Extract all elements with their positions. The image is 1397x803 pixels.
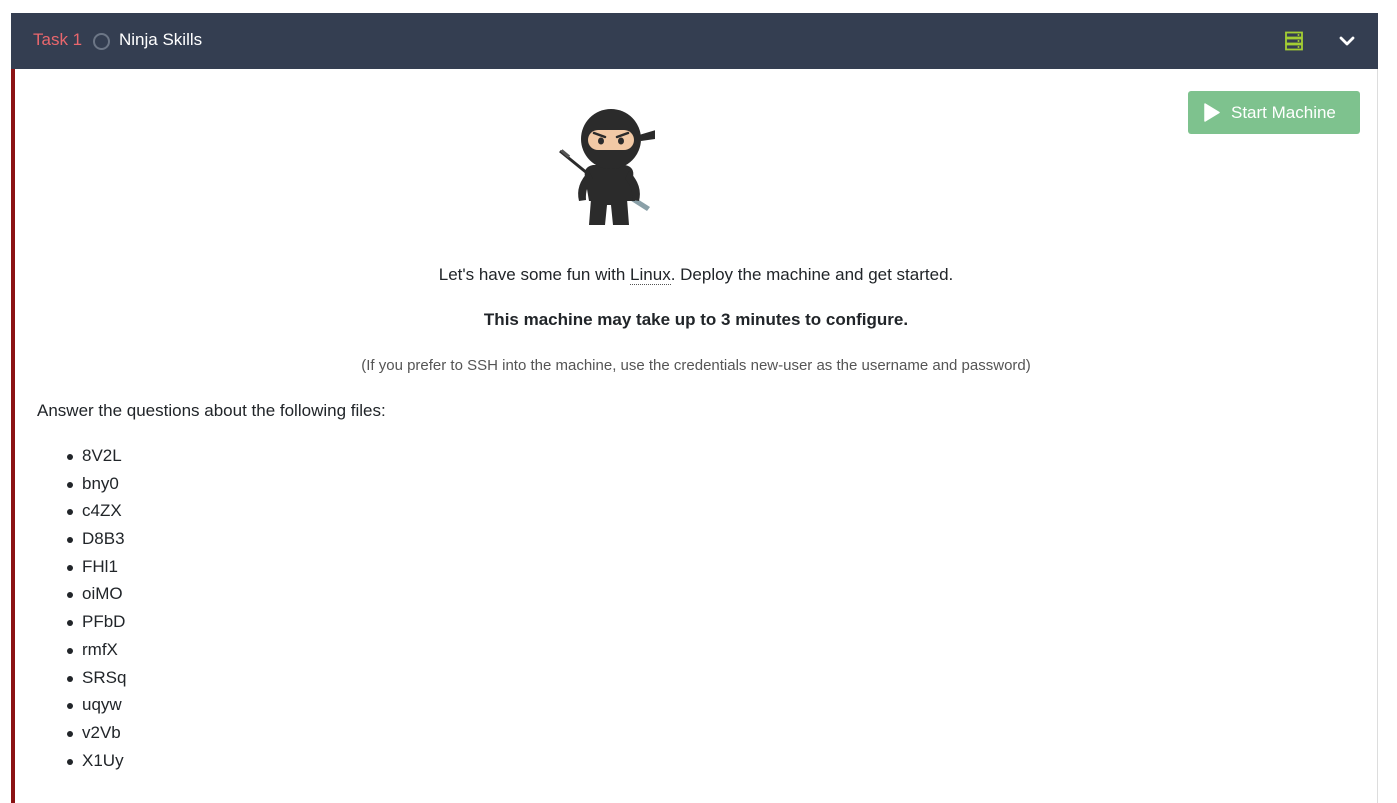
intro-paragraph: Let's have some fun with Linux. Deploy t…: [15, 265, 1377, 285]
start-machine-button[interactable]: Start Machine: [1188, 91, 1360, 134]
file-item: bny0: [66, 474, 126, 502]
linux-term[interactable]: Linux: [630, 265, 671, 285]
file-item: D8B3: [66, 529, 126, 557]
file-item: uqyw: [66, 695, 126, 723]
task-header[interactable]: Task 1 Ninja Skills: [11, 13, 1378, 69]
answer-prompt: Answer the questions about the following…: [37, 401, 386, 420]
task-card: Task 1 Ninja Skills Start Machine Let's …: [11, 13, 1378, 803]
file-item: c4ZX: [66, 501, 126, 529]
file-item: SRSq: [66, 668, 126, 696]
file-item: PFbD: [66, 612, 126, 640]
intro-text-before: Let's have some fun with: [438, 265, 631, 284]
circle-outline-icon: [93, 33, 110, 50]
play-icon: [1204, 103, 1220, 122]
task-title: Ninja Skills: [119, 30, 203, 49]
file-item: v2Vb: [66, 723, 126, 751]
task-number: Task 1: [33, 30, 83, 49]
file-item: rmfX: [66, 640, 126, 668]
intro-text-after: . Deploy the machine and get started.: [670, 265, 954, 284]
file-item: FHl1: [66, 557, 126, 585]
file-item: 8V2L: [66, 446, 126, 474]
file-item: oiMO: [66, 584, 126, 612]
configure-note: This machine may take up to 3 minutes to…: [483, 310, 909, 329]
start-machine-label: Start Machine: [1231, 103, 1336, 122]
file-list: 8V2L bny0 c4ZX D8B3 FHl1 oiMO PFbD rmfX …: [66, 446, 126, 779]
file-item: X1Uy: [66, 751, 126, 779]
server-icon[interactable]: [1284, 31, 1304, 51]
ssh-note: (If you prefer to SSH into the machine, …: [361, 357, 1031, 374]
task-body: Start Machine Let's have some fun with L…: [11, 69, 1378, 803]
ninja-image: [559, 109, 655, 225]
chevron-down-icon[interactable]: [1337, 31, 1357, 51]
